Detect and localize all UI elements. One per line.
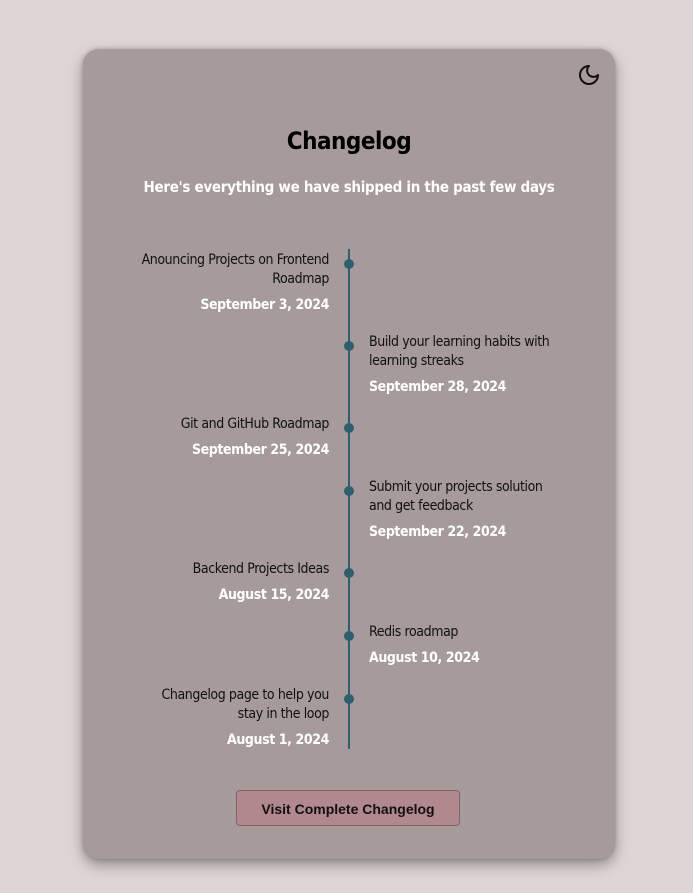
timeline-dot bbox=[344, 694, 354, 704]
visit-changelog-button[interactable]: Visit Complete Changelog bbox=[236, 790, 460, 826]
entry-title[interactable]: Git and GitHub Roadmap bbox=[134, 415, 330, 434]
changelog-card: Changelog Here's everything we have ship… bbox=[83, 49, 615, 859]
entry-date: August 15, 2024 bbox=[218, 587, 330, 603]
timeline-dot bbox=[344, 631, 354, 641]
theme-toggle-button[interactable] bbox=[577, 63, 601, 87]
entry-date: August 1, 2024 bbox=[227, 732, 329, 748]
page-title: Changelog bbox=[286, 127, 412, 155]
changelog-entry[interactable]: Changelog page to help you stay in the l… bbox=[134, 686, 329, 748]
timeline-dot bbox=[344, 486, 354, 496]
changelog-entry[interactable]: Build your learning habits with learning… bbox=[369, 333, 564, 395]
entry-date: August 10, 2024 bbox=[369, 650, 480, 666]
timeline-dot bbox=[344, 341, 354, 351]
timeline-dot bbox=[344, 568, 354, 578]
entry-title[interactable]: Submit your projects solution and get fe… bbox=[369, 478, 564, 516]
entry-title[interactable]: Backend Projects Ideas bbox=[134, 560, 330, 579]
timeline-dot bbox=[344, 423, 354, 433]
entry-title[interactable]: Changelog page to help you stay in the l… bbox=[134, 686, 329, 724]
page-subtitle: Here's everything we have shipped in the… bbox=[143, 178, 555, 196]
entry-title[interactable]: Anouncing Projects on Frontend Roadmap bbox=[134, 251, 330, 289]
timeline-line bbox=[348, 249, 350, 749]
entry-title[interactable]: Build your learning habits with learning… bbox=[369, 333, 564, 371]
entry-date: September 3, 2024 bbox=[200, 297, 329, 313]
changelog-entry[interactable]: Anouncing Projects on Frontend Roadmap S… bbox=[134, 251, 330, 313]
changelog-entry[interactable]: Git and GitHub Roadmap September 25, 202… bbox=[134, 415, 330, 458]
entry-date: September 25, 2024 bbox=[191, 442, 329, 458]
entry-date: September 22, 2024 bbox=[369, 524, 507, 540]
timeline-dot bbox=[344, 259, 354, 269]
entry-title[interactable]: Redis roadmap bbox=[369, 623, 564, 642]
changelog-entry[interactable]: Submit your projects solution and get fe… bbox=[369, 478, 564, 540]
changelog-entry[interactable]: Backend Projects Ideas August 15, 2024 bbox=[134, 560, 330, 603]
changelog-entry[interactable]: Redis roadmap August 10, 2024 bbox=[369, 623, 564, 666]
entry-date: September 28, 2024 bbox=[369, 379, 507, 395]
moon-icon bbox=[579, 65, 599, 85]
